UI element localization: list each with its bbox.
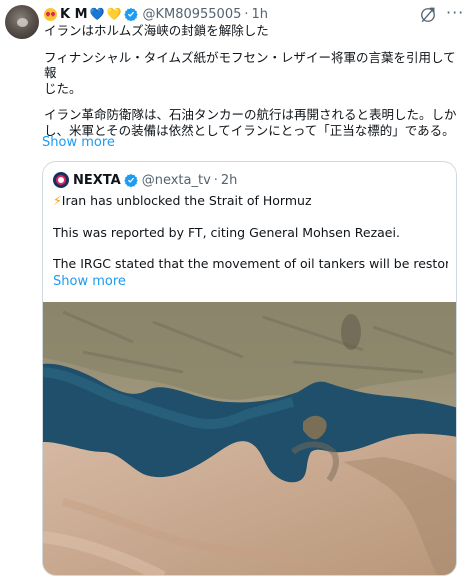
tweet-paragraph: じた。 bbox=[44, 80, 82, 96]
heart-eyes-emoji-icon bbox=[44, 7, 57, 21]
quoted-tweet-text: ⚡Iran has unblocked the Strait of Hormuz… bbox=[53, 193, 448, 272]
tweet-text: イランはホルムズ海峡の封鎖を解除した フィナンシャル・タイムズ紙がモフセン・レザ… bbox=[44, 23, 462, 138]
separator-dot: · bbox=[244, 6, 249, 22]
more-options-icon[interactable]: ··· bbox=[446, 5, 464, 24]
display-name-text[interactable]: K M bbox=[60, 7, 88, 22]
timestamp[interactable]: 1h bbox=[252, 7, 269, 22]
quoted-line: The IRGC stated that the movement of oil… bbox=[53, 256, 448, 271]
quoted-avatar[interactable] bbox=[53, 172, 69, 188]
show-more-link[interactable]: Show more bbox=[42, 135, 115, 150]
separator-dot: · bbox=[213, 172, 218, 188]
verified-badge-icon bbox=[124, 7, 139, 21]
blue-heart-icon: 💙 bbox=[89, 7, 105, 21]
satellite-map-image[interactable] bbox=[43, 302, 457, 576]
quoted-show-more-link[interactable]: Show more bbox=[53, 274, 126, 289]
yellow-heart-icon: 💛 bbox=[106, 7, 122, 21]
handle[interactable]: @KM80955005 bbox=[142, 7, 241, 22]
display-name[interactable]: K M 💙 💛 bbox=[44, 7, 121, 22]
quoted-tweet-header: NEXTA @nexta_tv · 2h bbox=[53, 171, 237, 189]
lightning-icon: ⚡ bbox=[53, 193, 62, 208]
tweet-paragraph: イラン革命防衛隊は、石油タンカーの航行は再開されると表明した。しか bbox=[44, 107, 457, 122]
quoted-headline: ⚡Iran has unblocked the Strait of Hormuz bbox=[53, 193, 312, 208]
avatar[interactable] bbox=[5, 5, 39, 39]
tweet[interactable]: K M 💙 💛 @KM80955005 · 1h ··· イランはホルムズ海峡の… bbox=[0, 0, 471, 584]
verified-badge-icon bbox=[123, 173, 138, 187]
quoted-timestamp[interactable]: 2h bbox=[221, 173, 238, 188]
tweet-paragraph: イランはホルムズ海峡の封鎖を解除した bbox=[44, 23, 269, 38]
quoted-line: This was reported by FT, citing General … bbox=[53, 224, 400, 240]
quoted-handle[interactable]: @nexta_tv bbox=[142, 173, 211, 188]
tweet-paragraph: フィナンシャル・タイムズ紙がモフセン・レザイー将軍の言葉を引用して報 bbox=[44, 49, 456, 81]
tweet-header: K M 💙 💛 @KM80955005 · 1h bbox=[44, 5, 268, 23]
grok-icon[interactable] bbox=[418, 5, 438, 25]
quoted-display-name[interactable]: NEXTA bbox=[73, 173, 121, 188]
quoted-tweet[interactable]: NEXTA @nexta_tv · 2h ⚡Iran has unblocked… bbox=[42, 161, 457, 576]
